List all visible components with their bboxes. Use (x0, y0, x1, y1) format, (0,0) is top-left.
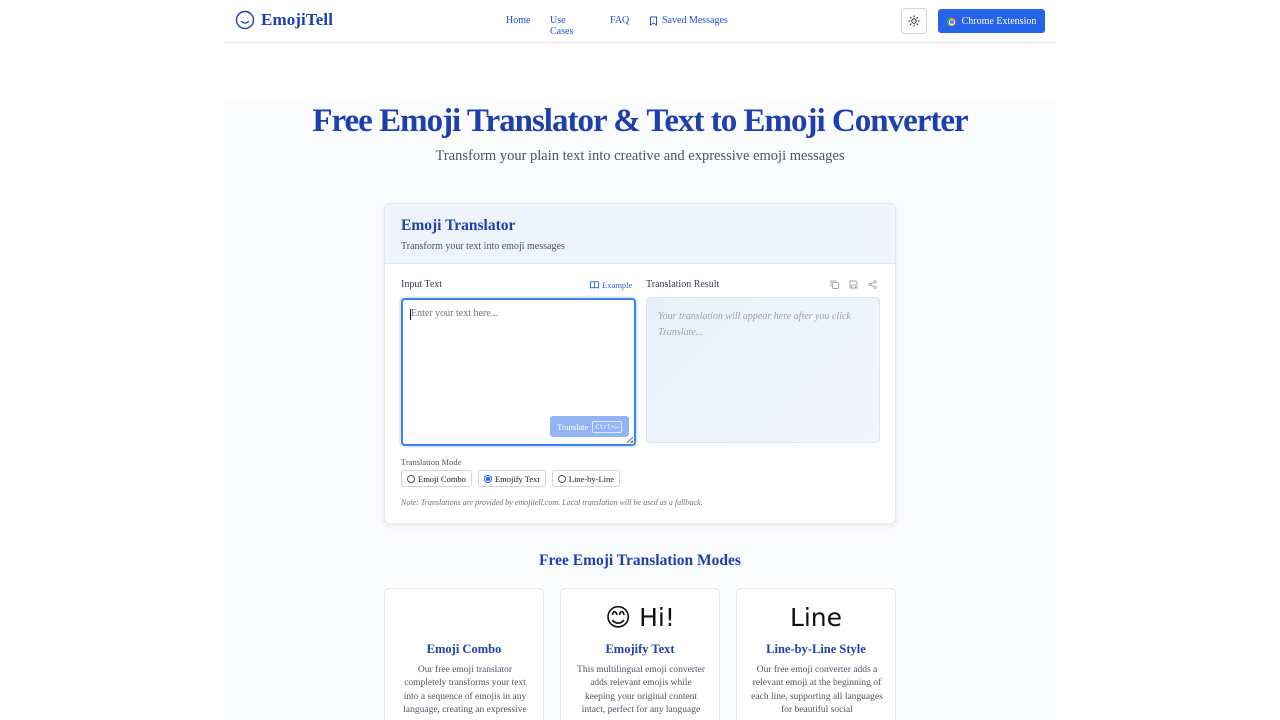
nav-saved-messages[interactable]: Saved Messages (649, 15, 728, 26)
radio-line-by-line[interactable] (557, 474, 566, 483)
nav-saved-messages-label: Saved Messages (662, 15, 728, 26)
mode-card-title: Emojify Text (605, 642, 675, 656)
translator-card-header: Emoji Translator Transform your text int… (385, 204, 895, 264)
translator-card: Emoji Translator Transform your text int… (384, 203, 896, 524)
input-placeholder: Enter your text here... (411, 308, 499, 319)
sun-icon (908, 15, 920, 27)
modes-section-title: Free Emoji Translation Modes (539, 552, 741, 569)
example-label: Example (602, 280, 633, 290)
logo[interactable]: EmojiTell (235, 10, 333, 30)
chrome-icon (946, 16, 956, 26)
copy-icon[interactable] (830, 280, 839, 289)
mode-label-emojify-text: Emojify Text (494, 473, 540, 484)
nav-home[interactable]: Home (506, 15, 530, 26)
chrome-extension-button[interactable]: Chrome Extension (938, 9, 1045, 33)
input-text-area[interactable]: Enter your text here... Translate Ctrl+↵ (401, 298, 636, 446)
translator-title: Emoji Translator (401, 217, 516, 234)
translation-result-label: Translation Result (646, 279, 720, 290)
save-icon[interactable] (849, 280, 858, 289)
mode-label-emoji-combo: Emoji Combo (418, 473, 466, 484)
example-button[interactable]: Example (590, 280, 632, 290)
mode-option-emojify-text[interactable]: Emojify Text (477, 470, 546, 487)
site-header: EmojiTell Home Use Cases FAQ Saved Messa… (224, 0, 1056, 43)
book-icon (590, 281, 599, 289)
mode-card-title: Emoji Combo (426, 642, 502, 656)
bookmark-icon (650, 16, 657, 26)
mode-card-line-by-line: Line Line-by-Line Style Our free emoji c… (736, 588, 896, 720)
mode-card-preview: Line (789, 603, 843, 632)
mode-card-title: Line-by-Line Style (766, 642, 866, 656)
shortcut-hint: Ctrl+↵ (592, 420, 622, 433)
mode-card-description: This multilingual emoji converter adds r… (577, 665, 705, 716)
hero-subtitle: Transform your plain text into creative … (435, 148, 845, 164)
mode-option-emoji-combo[interactable]: Emoji Combo (401, 470, 472, 487)
mode-card-emoji-combo: Emoji Combo Our free emoji translator co… (384, 588, 544, 720)
resize-handle[interactable] (627, 437, 633, 443)
result-placeholder: Your translation will appear here after … (658, 311, 851, 338)
mode-card-description: Our free emoji translator completely tra… (403, 665, 527, 716)
mode-label-line-by-line: Line-by-Line (568, 473, 615, 484)
radio-emojify-text[interactable] (483, 474, 492, 483)
radio-emoji-combo[interactable] (407, 474, 415, 483)
hero-title: Free Emoji Translator & Text to Emoji Co… (312, 103, 968, 139)
chrome-extension-label: Chrome Extension (961, 15, 1037, 27)
mode-card-preview: 😊 Hi! (605, 603, 675, 632)
translate-button[interactable]: Translate Ctrl+↵ (550, 416, 629, 437)
logo-text: EmojiTell (261, 10, 334, 29)
input-text-label: Input Text (401, 279, 443, 290)
mode-card-description: Our free emoji converter adds a relevant… (751, 665, 883, 716)
mode-card-emojify-text: 😊 Hi! Emojify Text This multilingual emo… (560, 588, 720, 720)
nav-use-cases[interactable]: Use Cases (550, 15, 573, 37)
result-actions (830, 280, 877, 289)
share-icon[interactable] (868, 280, 877, 289)
theme-toggle-button[interactable] (901, 8, 927, 34)
mode-option-line-by-line[interactable]: Line-by-Line (551, 470, 621, 487)
smiley-logo-icon (235, 10, 255, 30)
translation-mode-label: Translation Mode (401, 457, 462, 467)
translation-result-box: Your translation will appear here after … (646, 297, 880, 443)
translate-label: Translate (557, 421, 589, 432)
translation-mode-group: Emoji Combo Emojify Text Line-by-Line (401, 470, 621, 487)
translator-description: Transform your text into emoji messages (401, 241, 565, 252)
nav-faq[interactable]: FAQ (610, 15, 629, 26)
translation-note: Note: Translations are provided by emoji… (401, 498, 703, 507)
